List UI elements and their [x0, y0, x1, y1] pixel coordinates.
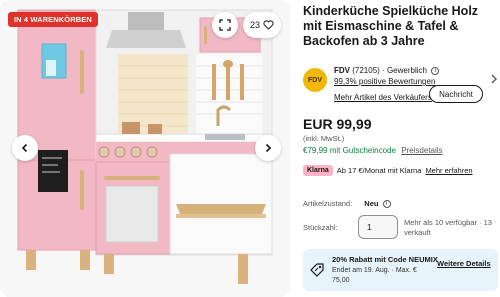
quantity-input[interactable]: 1 [358, 215, 398, 239]
vat-note: (inkl. MwSt.) [303, 134, 345, 143]
coupon-price: €79,99 mit Gutscheincode [303, 146, 396, 155]
cart-count-badge: IN 4 WARENKÖRBEN [8, 12, 98, 27]
coupon-tag-icon [310, 263, 324, 277]
promo-details-link[interactable]: Weitere Details [437, 259, 491, 268]
price: EUR 99,99 [303, 116, 372, 132]
expand-image-button[interactable] [212, 12, 238, 38]
chevron-right-icon [265, 143, 272, 153]
previous-image-button[interactable] [12, 135, 38, 161]
expand-icon [219, 19, 231, 31]
info-icon[interactable]: i [382, 200, 391, 209]
heart-icon [263, 20, 274, 30]
contact-seller-button[interactable]: Nachricht [429, 85, 483, 103]
condition-label: Artikelzustand: [303, 199, 353, 208]
product-page: IN 4 WARENKÖRBEN 23 Kinderküche Spielküc… [0, 0, 500, 297]
availability-text: Mehr als 10 verfügbar · 13 verkauft [404, 218, 492, 237]
seller-info: FDV (72105) · Gewerblich i [334, 66, 440, 75]
seller-rating-count: (72105) [352, 66, 380, 75]
klarna-logo: Klarna [303, 165, 333, 176]
promo-subtitle: Endet am 19. Aug. · Max. € 75,00 [332, 267, 417, 284]
seller-more-items-link[interactable]: Mehr Artikel des Verkäufers [334, 93, 432, 102]
image-gallery[interactable]: IN 4 WARENKÖRBEN 23 [0, 0, 290, 297]
next-image-button[interactable] [255, 135, 281, 161]
klarna-text: Ab 17 €/Monat mit Klarna [336, 166, 422, 175]
promo-title: 20% Rabatt mit Code NEUMIX [332, 255, 438, 264]
coupon-price-row: €79,99 mit Gutscheincode Preisdetails [303, 146, 443, 155]
watchlist-button[interactable]: 23 [243, 12, 281, 38]
chevron-right-icon[interactable] [490, 74, 498, 84]
watch-count: 23 [249, 20, 260, 30]
seller-card: FDV FDV (72105) · Gewerblich i 99,3% pos… [303, 66, 500, 106]
price-details-link[interactable]: Preisdetails [401, 146, 442, 155]
seller-type: Gewerblich [386, 66, 427, 75]
condition-value: Neu [364, 199, 379, 208]
promo-banner: 20% Rabatt mit Code NEUMIX Endet am 19. … [303, 249, 498, 291]
condition-row: Artikelzustand: Neu i [303, 199, 391, 209]
product-image [0, 0, 290, 297]
chevron-left-icon [21, 143, 28, 153]
info-icon[interactable]: i [431, 66, 440, 75]
seller-feedback-link[interactable]: 99,3% positive Bewertungen [334, 77, 435, 86]
klarna-more-link[interactable]: Mehr erfahren [425, 166, 472, 175]
klarna-row: Klarna Ab 17 €/Monat mit Klarna Mehr erf… [303, 165, 473, 176]
quantity-label: Stückzahl: [303, 223, 338, 232]
seller-name[interactable]: FDV [334, 66, 350, 75]
product-title: Kinderküche Spielküche Holz mit Eismasch… [303, 4, 479, 48]
seller-logo[interactable]: FDV [303, 68, 327, 92]
